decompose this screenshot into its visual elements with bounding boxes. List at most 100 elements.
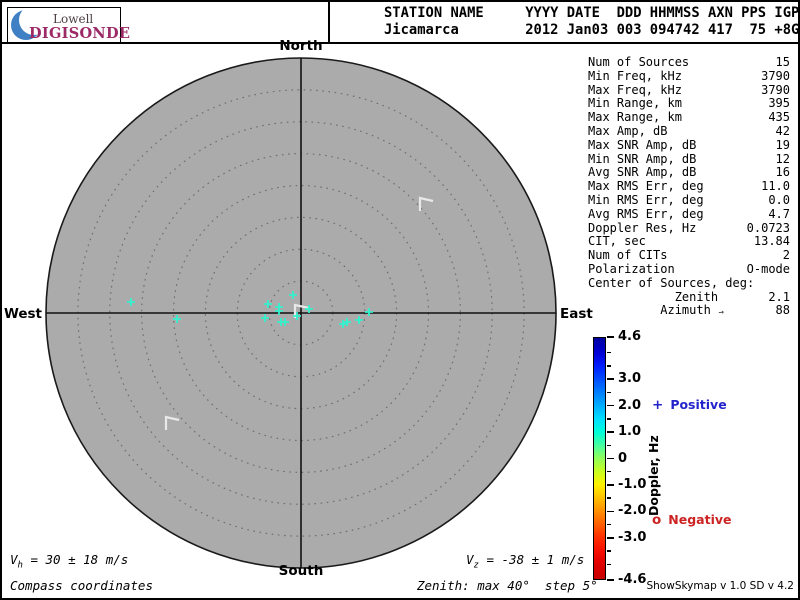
logo-lowell-text: Lowell xyxy=(53,12,94,26)
stats-row-label: Max Range, km xyxy=(588,110,682,125)
stats-row-value: 15 xyxy=(775,55,790,69)
colorbar-tick-label: -4.6 xyxy=(618,572,647,587)
header-columns: STATION NAME YYYY DATE DDD HHMMSS AXN PP… xyxy=(384,5,800,21)
plus-marker-icon: + xyxy=(652,397,664,413)
stats-row: CIT, sec 13.84 xyxy=(588,235,790,249)
vz-symbol: V xyxy=(466,552,474,567)
lowell-digisonde-logo: Lowell DIGISONDE xyxy=(7,7,130,43)
horizontal-velocity-readout: Vh = 30 ± 18 m/s xyxy=(10,552,128,571)
compass-label-south: South xyxy=(278,563,324,579)
colorbar-tick-label: -2.0 xyxy=(618,503,647,519)
colorbar-gradient xyxy=(593,337,606,580)
colorbar-minor-tick xyxy=(607,550,611,552)
colorbar-tick-label: -1.0 xyxy=(618,476,647,492)
colorbar-minor-tick xyxy=(607,365,611,367)
stats-row-value: 88 xyxy=(775,303,790,318)
legend-positive: + Positive xyxy=(652,397,727,413)
colorbar-major-tick xyxy=(607,579,614,581)
stats-row: Azimuth ↗ 88 xyxy=(588,304,790,320)
compass-label-west: West xyxy=(3,306,42,322)
stats-row: Num of CITs 2 xyxy=(588,248,790,263)
header-values: Jicamarca 2012 Jan03 003 094742 417 75 +… xyxy=(384,22,800,38)
stats-row-label: Azimuth ↗ xyxy=(588,304,726,320)
colorbar-axis-label: Doppler, Hz xyxy=(646,435,661,516)
stats-row-label: Max RMS Err, deg xyxy=(588,179,704,194)
stats-row-value: 19 xyxy=(775,137,790,152)
colorbar-major-tick xyxy=(607,536,614,539)
stats-row: Doppler Res, Hz 0.0723 xyxy=(588,220,790,236)
stats-row: Min Freq, kHz 3790 xyxy=(588,68,790,84)
colorbar-major-tick xyxy=(607,510,614,513)
header-divider xyxy=(328,2,330,42)
stats-row-label: Min Range, km xyxy=(588,96,682,111)
stats-row-value: O-mode xyxy=(746,261,790,276)
stats-row-value: 0.0723 xyxy=(746,220,790,235)
colorbar-tick-label: 1.0 xyxy=(618,424,642,440)
stats-row: Zenith 2.1 xyxy=(588,289,790,305)
stats-row: Center of Sources, deg: xyxy=(588,276,790,291)
colorbar-minor-tick xyxy=(607,523,611,526)
stats-row-value: 395 xyxy=(768,96,790,111)
stats-row-value: 3790 xyxy=(761,82,790,97)
stats-row-label: Doppler Res, Hz xyxy=(588,220,697,235)
vh-symbol: V xyxy=(10,552,18,567)
stats-row-label: Num of Sources xyxy=(588,55,690,69)
colorbar-tick-label: 3.0 xyxy=(618,371,642,387)
stats-row-value: 16 xyxy=(775,165,790,180)
colorbar-minor-tick xyxy=(607,391,611,394)
stats-row: Max Amp, dB 42 xyxy=(588,123,790,139)
legend-negative: o Negative xyxy=(652,512,732,528)
vertical-velocity-readout: Vz = -38 ± 1 m/s xyxy=(466,552,584,571)
circle-marker-icon: o xyxy=(652,512,662,528)
stats-row: Polarization O-mode xyxy=(588,261,790,277)
stats-row: Avg SNR Amp, dB 16 xyxy=(588,166,790,180)
stats-row-value: 4.7 xyxy=(768,206,790,221)
vz-value: = -38 ± 1 m/s xyxy=(478,552,585,567)
stats-row-label: CIT, sec xyxy=(588,234,646,249)
azimuth-direction-icon: ↗ xyxy=(715,306,727,319)
legend-positive-label: Positive xyxy=(670,397,727,412)
compass-label-north: North xyxy=(279,38,323,54)
stats-row-label: Avg RMS Err, deg xyxy=(588,206,704,221)
stats-row: Min Range, km 395 xyxy=(588,97,790,111)
colorbar-tick-label: 4.6 xyxy=(618,329,642,344)
stats-row: Max Range, km 435 xyxy=(588,110,790,125)
colorbar-minor-tick xyxy=(607,563,611,565)
colorbar: 4.6 3.0 2.0 1.0 0 -1.0 -2.0 -3.0 -4.6 xyxy=(593,329,653,587)
stats-row-value: 12 xyxy=(775,151,790,166)
stats-row-label: Max Freq, kHz xyxy=(588,82,682,97)
stats-row-label: Zenith xyxy=(588,289,719,304)
colorbar-major-tick xyxy=(607,484,614,486)
colorbar-minor-tick xyxy=(607,497,611,499)
logo-digisonde-text: DIGISONDE xyxy=(29,25,131,42)
stats-row: Max Freq, kHz 3790 xyxy=(588,82,790,98)
stats-row: Max RMS Err, deg 11.0 xyxy=(588,179,790,194)
stats-row-label: Min SNR Amp, dB xyxy=(588,151,697,166)
stats-panel: Num of Sources 15 Min Freq, kHz 3790 Max Fre… xyxy=(588,55,790,320)
vh-value: = 30 ± 18 m/s xyxy=(22,552,129,567)
colorbar-tick-label: 2.0 xyxy=(618,397,642,413)
zenith-range-note: Zenith: max 40° step 5° xyxy=(417,578,598,593)
colorbar-tick-label: -3.0 xyxy=(618,529,647,545)
colorbar-tick-label: 0 xyxy=(618,450,628,466)
stats-row-value: 2.1 xyxy=(768,289,790,304)
stats-row-value: 2 xyxy=(782,248,790,263)
coordinates-mode-label: Compass coordinates xyxy=(10,578,153,593)
colorbar-major-tick xyxy=(607,336,614,338)
colorbar-major-tick xyxy=(607,378,614,381)
colorbar-major-tick xyxy=(607,431,614,433)
colorbar-major-tick xyxy=(607,457,614,460)
stats-row-label: Avg SNR Amp, dB xyxy=(588,165,697,180)
stats-row: Min RMS Err, deg 0.0 xyxy=(588,193,790,208)
stats-row: Min SNR Amp, dB 12 xyxy=(588,151,790,167)
colorbar-minor-tick xyxy=(607,352,611,354)
colorbar-major-tick xyxy=(607,404,614,407)
stats-row: Avg RMS Err, deg 4.7 xyxy=(588,206,790,222)
stats-row: Max SNR Amp, dB 19 xyxy=(588,137,790,153)
stats-row-label: Num of CITs xyxy=(588,248,668,263)
colorbar-minor-tick xyxy=(607,444,611,446)
stats-row-label: Max Amp, dB xyxy=(588,123,668,138)
colorbar-minor-tick xyxy=(607,418,611,420)
legend-negative-label: Negative xyxy=(668,512,732,527)
stats-row-label: Min Freq, kHz xyxy=(588,68,682,83)
